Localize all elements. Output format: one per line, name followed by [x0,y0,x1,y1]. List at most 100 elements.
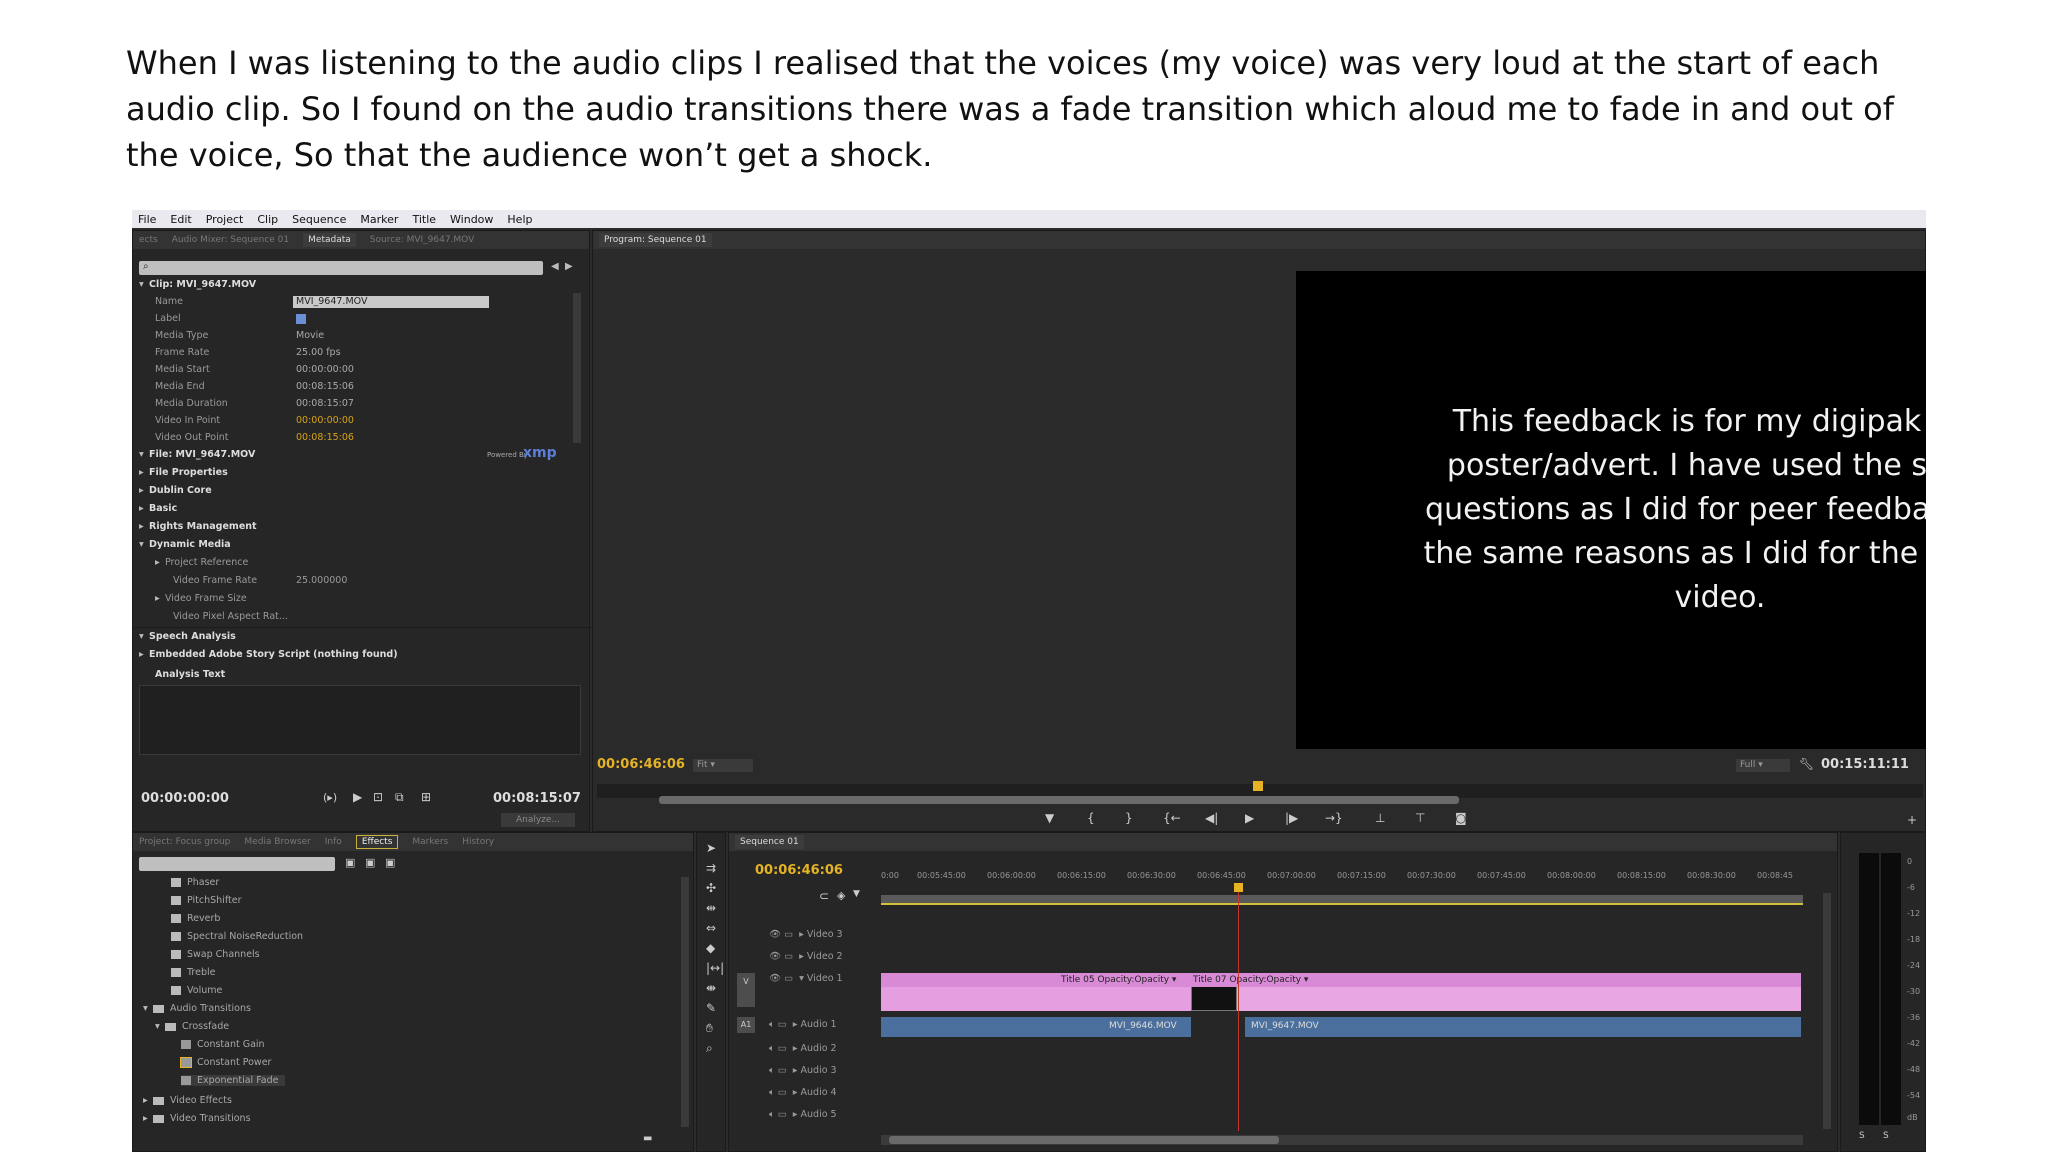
32bit-effects-icon[interactable]: ▣ [365,856,375,869]
analyze-button[interactable]: Analyze... [501,813,575,827]
effect-phaser[interactable]: Phaser [171,877,219,888]
play-icon[interactable]: ▶ [353,790,362,804]
timeline-vertical-scrollbar[interactable] [1823,893,1831,1129]
rate-stretch-tool-icon[interactable]: ⇔ [706,921,716,935]
step-forward-icon[interactable]: |▶ [1285,811,1298,825]
track-audio-3[interactable]: 🔈︎ ▭ ▸ Audio 3 [769,1065,837,1076]
work-area-bar[interactable] [881,895,1803,905]
effect-volume[interactable]: Volume [171,985,222,996]
section-rights-management[interactable]: ▸ Rights Management [139,521,257,532]
mark-out-icon[interactable]: } [1125,811,1133,825]
track-target-v[interactable]: V [737,973,755,1007]
audio-clip-mvi-9646[interactable]: MVI_9646.MOV [881,1017,1191,1037]
new-bin-icon[interactable]: ▬ [643,1133,652,1144]
effects-scrollbar[interactable] [681,877,689,1127]
marker-icon[interactable]: ▼ [853,889,860,899]
track-audio-4[interactable]: 🔈︎ ▭ ▸ Audio 4 [769,1087,837,1098]
section-file-properties[interactable]: ▸ File Properties [139,467,228,478]
tab-metadata[interactable]: Metadata [303,233,356,247]
item-video-frame-size[interactable]: ▸ Video Frame Size [155,593,247,604]
tab-project[interactable]: Project: Focus group [139,837,230,847]
file-section-header[interactable]: ▾ File: MVI_9647.MOV [139,449,255,460]
tab-effects[interactable]: Effects [355,835,399,849]
timeline-ruler[interactable]: 0:00 00:05:45:00 00:06:00:00 00:06:15:00… [881,871,1801,885]
tab-markers[interactable]: Markers [412,837,448,847]
play-program-icon[interactable]: ▶ [1245,811,1254,825]
track-video-1[interactable]: 👁︎ ▭ ▾ Video 1 [769,973,843,984]
pen-tool-icon[interactable]: ✎ [706,1001,716,1015]
effect-reverb[interactable]: Reverb [171,913,220,924]
add-marker-timeline-icon[interactable]: ◈ [837,889,845,902]
tab-program[interactable]: Program: Sequence 01 [599,233,712,247]
playhead-marker[interactable] [1253,781,1263,791]
slip-tool-icon[interactable]: |↔| [706,961,724,975]
track-video-2[interactable]: 👁︎ ▭ ▸ Video 2 [769,951,843,962]
play-in-out-icon[interactable]: (▸) [323,791,337,804]
program-current-timecode[interactable]: 00:06:46:06 [597,757,685,772]
audio-clip-mvi-9647[interactable]: MVI_9647.MOV [1245,1017,1801,1037]
transition-exponential-fade[interactable]: Exponential Fade [181,1075,285,1086]
overwrite-icon[interactable]: ⊞ [421,790,431,804]
yuv-effects-icon[interactable]: ▣ [385,856,395,869]
effect-pitchshifter[interactable]: PitchShifter [171,895,241,906]
effects-search-input[interactable] [139,857,335,871]
section-basic[interactable]: ▸ Basic [139,503,177,514]
slide-tool-icon[interactable]: ⇼ [706,981,716,995]
solo-left-button[interactable]: S [1859,1131,1865,1141]
timeline-scroll-thumb[interactable] [889,1136,1279,1144]
export-frame-icon[interactable]: ◙ [1455,811,1467,825]
loop-icon[interactable]: ⊡ [373,790,383,804]
timeline-horizontal-scrollbar[interactable] [881,1135,1803,1145]
section-embedded-script[interactable]: ▸ Embedded Adobe Story Script (nothing fo… [139,649,398,660]
go-to-out-icon[interactable]: →} [1325,811,1343,825]
clip-section-header[interactable]: ▾ Clip: MVI_9647.MOV [139,279,256,290]
transition-thumbnail[interactable] [1191,985,1237,1011]
analysis-text-area[interactable] [139,685,581,755]
menu-clip[interactable]: Clip [257,213,278,226]
menu-project[interactable]: Project [206,213,244,226]
label-color-swatch[interactable] [296,313,306,324]
menu-window[interactable]: Window [450,213,493,226]
hand-tool-icon[interactable]: ✋︎ [706,1021,713,1036]
tab-sequence[interactable]: Sequence 01 [735,835,804,849]
menu-edit[interactable]: Edit [170,213,191,226]
go-to-in-icon[interactable]: {← [1163,811,1181,825]
timeline-timecode[interactable]: 00:06:46:06 [755,863,843,878]
metadata-search-input[interactable] [139,261,543,275]
menu-help[interactable]: Help [507,213,532,226]
menu-sequence[interactable]: Sequence [292,213,346,226]
track-select-tool-icon[interactable]: ⇉ [706,861,716,875]
tab-history[interactable]: History [462,837,494,847]
program-zoom-bar[interactable] [659,796,1459,804]
next-arrow-icon[interactable]: ▶ [565,261,573,272]
tab-source[interactable]: Source: MVI_9647.MOV [370,235,475,245]
tab-info[interactable]: Info [325,837,342,847]
menu-title[interactable]: Title [412,213,436,226]
track-audio-5[interactable]: 🔈︎ ▭ ▸ Audio 5 [769,1109,837,1120]
selection-tool-icon[interactable]: ➤ [706,841,716,855]
video-clip-title-07-body[interactable] [1237,987,1801,1011]
lift-icon[interactable]: ⊥ [1375,811,1385,825]
section-dublin-core[interactable]: ▸ Dublin Core [139,485,212,496]
effect-treble[interactable]: Treble [171,967,215,978]
track-audio-1[interactable]: 🔈︎ ▭ ▸ Audio 1 [769,1019,837,1030]
section-dynamic-media[interactable]: ▾ Dynamic Media [139,539,231,550]
metadata-scrollbar[interactable] [573,293,581,443]
folder-crossfade[interactable]: ▾ Crossfade [155,1021,229,1032]
timeline-playhead[interactable] [1238,885,1239,1131]
extract-icon[interactable]: ⊤ [1415,811,1425,825]
razor-tool-icon[interactable]: ◆ [706,941,715,955]
menu-marker[interactable]: Marker [360,213,398,226]
timeline-playhead-handle[interactable] [1234,883,1243,892]
tab-audio-mixer[interactable]: Audio Mixer: Sequence 01 [172,235,289,245]
solo-right-button[interactable]: S [1883,1131,1889,1141]
add-button-icon[interactable]: + [1907,813,1917,827]
source-timecode-in[interactable]: 00:00:00:00 [141,791,229,806]
zoom-tool-icon[interactable]: ⌕ [706,1041,713,1056]
rolling-edit-tool-icon[interactable]: ⇹ [706,901,716,915]
section-speech-analysis[interactable]: ▾ Speech Analysis [139,631,236,642]
folder-video-effects[interactable]: ▸ Video Effects [143,1095,232,1106]
track-target-a1[interactable]: A1 [737,1017,755,1033]
settings-wrench-icon[interactable]: 🔧︎ [1799,757,1814,771]
folder-audio-transitions[interactable]: ▾ Audio Transitions [143,1003,251,1014]
